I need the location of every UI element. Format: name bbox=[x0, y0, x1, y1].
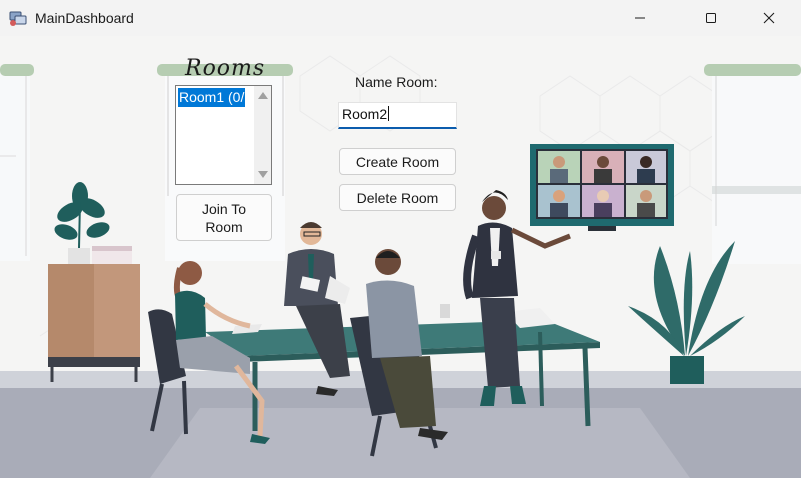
delete-room-button[interactable]: Delete Room bbox=[339, 184, 456, 211]
rooms-heading: Rooms bbox=[185, 56, 266, 81]
minimize-button[interactable] bbox=[617, 0, 663, 36]
maximize-button[interactable] bbox=[688, 0, 734, 36]
app-icon bbox=[9, 11, 27, 26]
main-window: MainDashboard Rooms Room1 (0/ Join To Ro… bbox=[0, 0, 801, 478]
room-name-value: Room2 bbox=[342, 106, 388, 122]
listbox-scrollbar[interactable] bbox=[254, 86, 271, 184]
join-room-button[interactable]: Join To Room bbox=[176, 194, 272, 241]
title-bar[interactable]: MainDashboard bbox=[0, 0, 801, 36]
scroll-down-arrow-icon[interactable] bbox=[258, 171, 268, 178]
scroll-up-arrow-icon[interactable] bbox=[258, 92, 268, 99]
rooms-listbox[interactable]: Room1 (0/ bbox=[175, 85, 272, 185]
dashboard-content: Rooms Room1 (0/ Join To Room Name Room: … bbox=[0, 36, 801, 478]
room-list-item[interactable]: Room1 (0/ bbox=[178, 88, 246, 107]
minimize-icon bbox=[635, 17, 645, 19]
close-icon bbox=[763, 12, 775, 24]
room-name-input[interactable]: Room2 bbox=[338, 102, 457, 129]
name-room-label: Name Room: bbox=[355, 74, 438, 90]
text-caret bbox=[388, 106, 390, 121]
window-title: MainDashboard bbox=[35, 10, 134, 26]
close-button[interactable] bbox=[746, 0, 792, 36]
maximize-icon bbox=[706, 13, 716, 23]
create-room-button[interactable]: Create Room bbox=[339, 148, 456, 175]
